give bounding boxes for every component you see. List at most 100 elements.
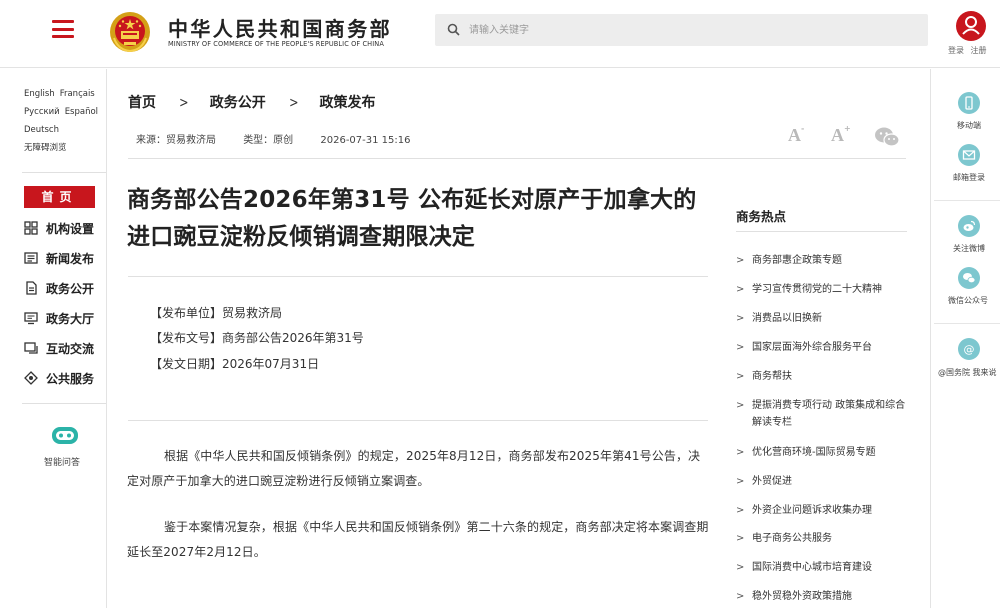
chevron-right-icon: > bbox=[736, 591, 745, 602]
divider bbox=[128, 158, 906, 159]
chevron-right-icon: > bbox=[736, 505, 745, 516]
user-links: 登录 注册 bbox=[948, 45, 991, 56]
article-type: 类型：原创 bbox=[243, 135, 294, 146]
article-paragraph: 根据《中华人民共和国反倾销条例》的规定，2025年8月12日，商务部发布2025… bbox=[127, 449, 701, 488]
nav-item-interaction[interactable]: 互动交流 bbox=[24, 338, 104, 358]
register-link[interactable]: 注册 bbox=[971, 46, 987, 55]
gwy-label[interactable]: @国务院 我来说 bbox=[938, 367, 997, 378]
nav-item-organization[interactable]: 机构设置 bbox=[24, 218, 104, 238]
nav-item-label: 新闻发布 bbox=[46, 252, 95, 266]
search-input[interactable] bbox=[469, 14, 909, 46]
hot-topic-link[interactable]: > 电子商务公共服务 bbox=[736, 530, 908, 547]
accessibility-link[interactable]: 无障碍浏览 bbox=[24, 143, 67, 153]
chevron-right-icon: > bbox=[736, 447, 745, 458]
divider bbox=[22, 172, 106, 173]
hot-topic-link[interactable]: > 外贸促进 bbox=[736, 473, 908, 490]
login-link[interactable]: 登录 bbox=[948, 46, 964, 55]
mobile-icon[interactable] bbox=[958, 92, 980, 114]
hot-topic-link[interactable]: > 商务帮扶 bbox=[736, 368, 908, 385]
wechat-share-icon[interactable] bbox=[874, 126, 900, 148]
article-issuer: 【发布单位】贸易救济局 bbox=[150, 306, 283, 320]
monitor-icon bbox=[24, 312, 38, 325]
weibo-label[interactable]: 关注微博 bbox=[953, 243, 985, 254]
lang-french[interactable]: Français bbox=[60, 89, 95, 99]
news-icon bbox=[24, 252, 38, 264]
breadcrumb-policy[interactable]: 政策发布 bbox=[319, 95, 375, 111]
breadcrumb-separator: > bbox=[288, 95, 299, 111]
hot-topic-link[interactable]: > 消费品以旧换新 bbox=[736, 310, 908, 327]
language-switcher: English Français Русский Español Deutsch 无… bbox=[24, 85, 106, 157]
mobile-label[interactable]: 移动端 bbox=[957, 120, 981, 131]
nav-item-label: 政务公开 bbox=[46, 282, 95, 296]
font-decrease-button[interactable]: A- bbox=[788, 124, 804, 146]
breadcrumb-separator: > bbox=[179, 95, 189, 111]
nav-item-label: 互动交流 bbox=[46, 342, 95, 356]
article-datetime: 2026-07-31 15:16 bbox=[320, 135, 411, 146]
document-icon bbox=[26, 281, 37, 295]
email-icon[interactable] bbox=[958, 144, 980, 166]
grid-icon bbox=[24, 221, 38, 235]
chevron-right-icon: > bbox=[736, 371, 745, 382]
service-icon bbox=[24, 371, 38, 385]
nav-item-label: 机构设置 bbox=[46, 222, 95, 236]
divider bbox=[934, 200, 1000, 201]
nav-home-button[interactable]: 首页 bbox=[24, 186, 95, 208]
divider bbox=[736, 231, 907, 232]
assistant-label[interactable]: 智能问答 bbox=[44, 455, 80, 468]
hot-topic-link[interactable]: > 稳外贸稳外资政策措施 bbox=[736, 588, 908, 605]
hot-topic-link[interactable]: > 国际消费中心城市培育建设 bbox=[736, 559, 908, 576]
article-issue-date: 【发文日期】2026年07月31日 bbox=[150, 357, 320, 371]
breadcrumb-home[interactable]: 首页 bbox=[128, 95, 156, 111]
lang-russian[interactable]: Русский bbox=[24, 107, 60, 117]
breadcrumb-gov-affairs[interactable]: 政务公开 bbox=[210, 95, 266, 111]
divider bbox=[128, 420, 708, 421]
article-paragraph: 鉴于本案情况复杂，根据《中华人民共和国反倾销条例》第二十六条的规定，商务部决定将… bbox=[127, 520, 709, 559]
chevron-right-icon: > bbox=[736, 255, 745, 266]
article-source: 来源：贸易救济局 bbox=[136, 135, 216, 146]
at-sign-icon[interactable]: @ bbox=[958, 338, 980, 360]
email-label[interactable]: 邮箱登录 bbox=[953, 172, 985, 183]
chevron-right-icon: > bbox=[736, 400, 745, 411]
article-title: 商务部公告2026年第31号 公布延长对原产于加拿大的进口豌豆淀粉反倾销调查期限… bbox=[127, 187, 697, 250]
hot-topic-link[interactable]: > 学习宣传贯彻党的二十大精神 bbox=[736, 281, 908, 298]
hot-topics-title: 商务热点 bbox=[736, 209, 787, 224]
nav-item-label: 政务大厅 bbox=[46, 312, 95, 326]
lang-spanish[interactable]: Español bbox=[65, 107, 98, 117]
divider bbox=[22, 403, 106, 404]
menu-icon[interactable] bbox=[52, 20, 74, 38]
lang-german[interactable]: Deutsch bbox=[24, 125, 59, 135]
nav-item-news[interactable]: 新闻发布 bbox=[24, 248, 104, 268]
hot-topic-link[interactable]: > 外资企业问题诉求收集办理 bbox=[736, 502, 908, 519]
user-avatar-icon[interactable] bbox=[956, 11, 986, 41]
chevron-right-icon: > bbox=[736, 562, 745, 573]
divider bbox=[128, 276, 708, 277]
site-logo-title[interactable]: 中华人民共和国商务部 bbox=[168, 13, 392, 42]
hot-topic-link[interactable]: > 国家层面海外综合服务平台 bbox=[736, 339, 908, 356]
robot-assistant-icon[interactable] bbox=[50, 424, 80, 446]
search-icon[interactable] bbox=[447, 23, 460, 36]
hot-topic-link[interactable]: > 优化营商环境-国际贸易专题 bbox=[736, 444, 908, 461]
chevron-right-icon: > bbox=[736, 342, 745, 353]
divider bbox=[934, 323, 1000, 324]
chevron-right-icon: > bbox=[736, 476, 745, 487]
divider bbox=[930, 69, 931, 608]
svg-text:@: @ bbox=[964, 343, 975, 356]
top-header: 中华人民共和国商务部 MINISTRY OF COMMERCE OF THE P… bbox=[0, 0, 1000, 68]
wechat-icon[interactable] bbox=[958, 267, 980, 289]
hot-topic-link[interactable]: > 商务部惠企政策专题 bbox=[736, 252, 908, 269]
divider bbox=[106, 69, 107, 608]
hot-topic-link[interactable]: > 提振消费专项行动 政策集成和综合解读专栏 bbox=[736, 397, 908, 431]
national-emblem-icon bbox=[110, 12, 150, 53]
weibo-icon[interactable] bbox=[958, 215, 980, 237]
nav-item-gov-affairs[interactable]: 政务公开 bbox=[24, 278, 104, 298]
font-increase-button[interactable]: A+ bbox=[831, 124, 851, 146]
site-logo-subtitle: MINISTRY OF COMMERCE OF THE PEOPLE'S REP… bbox=[168, 40, 384, 48]
nav-item-service-hall[interactable]: 政务大厅 bbox=[24, 308, 104, 328]
chevron-right-icon: > bbox=[736, 533, 745, 544]
lang-english[interactable]: English bbox=[24, 89, 55, 99]
nav-item-public-service[interactable]: 公共服务 bbox=[24, 368, 104, 388]
breadcrumb: 首页 > 政务公开 > 政策发布 bbox=[128, 92, 375, 112]
wechat-label[interactable]: 微信公众号 bbox=[948, 295, 988, 306]
article-meta: 来源：贸易救济局 类型：原创 2026-07-31 15:16 bbox=[136, 131, 435, 146]
chevron-right-icon: > bbox=[736, 284, 745, 295]
